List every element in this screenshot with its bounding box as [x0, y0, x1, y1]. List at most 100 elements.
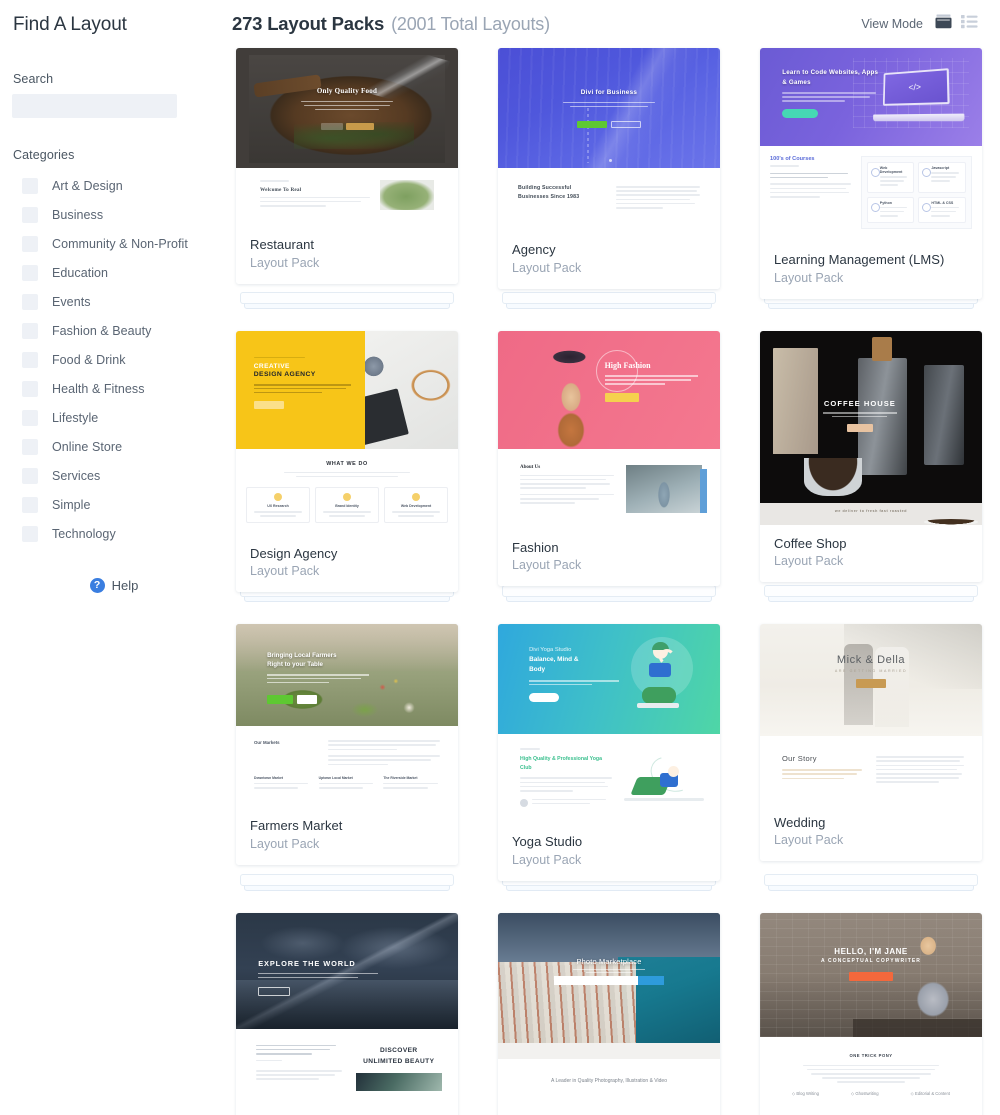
checkbox-icon[interactable]: [22, 496, 38, 513]
checkbox-icon[interactable]: [22, 264, 38, 281]
category-item-simple[interactable]: Simple: [12, 490, 216, 519]
checkbox-icon[interactable]: [22, 351, 38, 368]
category-item-lifestyle[interactable]: Lifestyle: [12, 403, 216, 432]
layout-pack-card-fashion[interactable]: High Fashion About Us Fashion Layout Pac…: [498, 330, 720, 587]
thumb-hero-sub: A CONCEPTUAL COPYWRITER: [820, 957, 922, 964]
thumb-body: 100's of Courses Web Development Javascr…: [760, 146, 982, 242]
card-title: Agency: [512, 242, 556, 258]
category-item-technology[interactable]: Technology: [12, 519, 216, 548]
feature-icon-label: ◇ Blog Writing: [792, 1090, 819, 1096]
market-item: The Riverside Market: [383, 776, 440, 791]
checkbox-icon[interactable]: [22, 206, 38, 223]
checkbox-icon[interactable]: [22, 177, 38, 194]
card-caption: Restaurant Layout Pack: [236, 226, 458, 284]
list-view-icon[interactable]: [961, 14, 978, 34]
layout-pack-card-copywriter[interactable]: HELLO, I'M JANE A CONCEPTUAL COPYWRITER …: [760, 912, 982, 1115]
layout-pack-grid: Only Quality Food Welcome To Real Restau…: [232, 48, 988, 1115]
layout-pack-card-coffee-shop[interactable]: COFFEE HOUSE we deliver to fresh fast ro…: [760, 330, 982, 583]
card-title: Coffee Shop: [774, 535, 847, 551]
checkbox-icon[interactable]: [22, 525, 38, 542]
thumb-body-heading: Welcome To Real: [260, 186, 302, 193]
page-title: Find A Layout: [13, 14, 127, 35]
category-label: Fashion & Beauty: [52, 323, 152, 338]
layout-pack-slot: High Fashion About Us Fashion Layout Pac…: [498, 330, 720, 603]
thumb-hero-heading-2: DESIGN AGENCY: [253, 371, 316, 379]
help-button[interactable]: ? Help: [12, 578, 216, 593]
search-input[interactable]: [12, 94, 177, 118]
layout-pack-card-agency[interactable]: Divi for Business Building Successful Bu…: [498, 48, 720, 289]
card-stack-mid: [502, 585, 716, 598]
category-item-education[interactable]: Education: [12, 258, 216, 287]
card-caption: Learning Management (LMS) Layout Pack: [760, 241, 982, 299]
search-label: Search: [13, 72, 54, 86]
category-item-events[interactable]: Events: [12, 287, 216, 316]
layout-pack-slot: Bringing Local Farmers Right to your Tab…: [236, 624, 458, 891]
thumb-hero-heading: High Fashion: [604, 361, 651, 371]
thumb-body-image: [626, 464, 707, 513]
category-label: Health & Fitness: [52, 381, 145, 396]
yoga-pose-illustration: [624, 749, 704, 801]
checkbox-icon[interactable]: [22, 409, 38, 426]
card-subtitle: Layout Pack: [774, 833, 844, 848]
layout-pack-card-yoga-studio[interactable]: Divi Yoga Studio Balance, Mind & Body Hi…: [498, 624, 720, 881]
card-thumbnail: High Fashion About Us: [498, 330, 720, 529]
figure-legs: [642, 686, 677, 704]
layout-pack-card-travel-agency[interactable]: EXPLORE THE WORLD DISCOVER UNLIMITED BEA…: [236, 912, 458, 1115]
card-thumbnail: Photo Marketplace A Leader in Quality Ph…: [498, 912, 720, 1108]
thumb-body: WHAT WE DO UX Research Brand Identity We…: [236, 448, 458, 535]
thumb-button-primary: [345, 122, 374, 130]
grid-view-icon[interactable]: [935, 14, 952, 34]
layout-pack-card-lms[interactable]: </> Learn to Code Websites, Apps & Games: [760, 48, 982, 299]
layout-pack-card-wedding[interactable]: Mick & Della ARE GETTING MARRIED Our Sto…: [760, 624, 982, 862]
layout-pack-card-photo-marketplace[interactable]: Photo Marketplace A Leader in Quality Ph…: [498, 912, 720, 1115]
thumb-search-input: [554, 976, 638, 986]
category-item-food-drink[interactable]: Food & Drink: [12, 345, 216, 374]
thumb-body-heading: 100's of Courses: [770, 156, 815, 162]
categories-label: Categories: [13, 148, 75, 162]
card-title: Learning Management (LMS): [774, 252, 945, 268]
thumb-search-button: [638, 976, 664, 986]
thumb-body: Our Markets Downtown Market Uptown Local…: [236, 726, 458, 808]
category-item-community-non-profit[interactable]: Community & Non-Profit: [12, 229, 216, 258]
thumb-body: Welcome To Real: [236, 168, 458, 226]
layout-pack-slot: </> Learn to Code Websites, Apps & Games: [760, 48, 982, 309]
figure-mat: [636, 702, 680, 708]
layout-pack-card-restaurant[interactable]: Only Quality Food Welcome To Real Restau…: [236, 48, 458, 284]
layout-pack-slot: Divi Yoga Studio Balance, Mind & Body Hi…: [498, 624, 720, 891]
thumb-body: Our Story: [760, 736, 982, 804]
market-label: Uptown Local Market: [318, 775, 353, 780]
layout-pack-card-farmers-market[interactable]: Bringing Local Farmers Right to your Tab…: [236, 624, 458, 865]
thumb-body-heading: we deliver to fresh fast roasted: [834, 508, 908, 513]
thumb-hero: Divi Yoga Studio Balance, Mind & Body: [498, 624, 720, 735]
card-subtitle: Layout Pack: [250, 564, 320, 579]
feature-label: HTML & CSS: [931, 200, 954, 205]
thumb-hero-heading-3: Body: [529, 666, 546, 674]
thumb-hero-heading: Learn to Code Websites, Apps & Games: [782, 68, 879, 86]
feature-icon: [412, 493, 420, 502]
checkbox-icon[interactable]: [22, 467, 38, 484]
thumb-body: we deliver to fresh fast roasted: [760, 502, 982, 525]
checkbox-icon[interactable]: [22, 438, 38, 455]
beans-cup-image: [924, 519, 978, 525]
category-item-business[interactable]: Business: [12, 200, 216, 229]
thumb-hero-heading-1: CREATIVE: [253, 363, 290, 371]
category-item-health-fitness[interactable]: Health & Fitness: [12, 374, 216, 403]
card-thumbnail: Bringing Local Farmers Right to your Tab…: [236, 624, 458, 808]
market-label: The Riverside Market: [383, 775, 418, 780]
category-item-services[interactable]: Services: [12, 461, 216, 490]
feature-label: Web Development: [879, 166, 903, 174]
checkbox-icon[interactable]: [22, 322, 38, 339]
checkbox-icon[interactable]: [22, 293, 38, 310]
thumb-hero: HELLO, I'M JANE A CONCEPTUAL COPYWRITER: [760, 912, 982, 1037]
category-item-art-design[interactable]: Art & Design: [12, 171, 216, 200]
category-item-fashion-beauty[interactable]: Fashion & Beauty: [12, 316, 216, 345]
total-layouts: (2001 Total Layouts): [391, 13, 550, 34]
thumb-hero: Mick & Della ARE GETTING MARRIED: [760, 624, 982, 737]
layout-pack-card-design-agency[interactable]: CREATIVE DESIGN AGENCY WHAT WE DO UX Res…: [236, 330, 458, 593]
category-item-online-store[interactable]: Online Store: [12, 432, 216, 461]
checkbox-icon[interactable]: [22, 380, 38, 397]
yoga-figure-illustration: [636, 641, 680, 708]
card-stack-mid: [240, 873, 454, 886]
checkbox-icon[interactable]: [22, 235, 38, 252]
thumb-body: ONE TRICK PONY ◇ Blog Writing ◇ Ghostwri…: [760, 1036, 982, 1108]
